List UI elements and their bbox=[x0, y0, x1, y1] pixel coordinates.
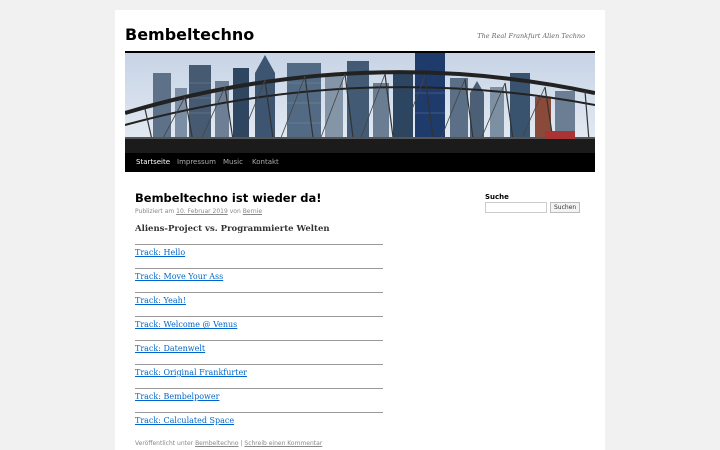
post-subtitle: Aliens-Project vs. Programmierte Welten bbox=[135, 224, 330, 234]
track-link-datenwelt[interactable]: Track: Datenwelt bbox=[135, 344, 205, 353]
page-wrapper: Bembeltechno The Real Frankfurt Alien Te… bbox=[115, 10, 605, 450]
track-link-bembelpower[interactable]: Track: Bembelpower bbox=[135, 392, 219, 401]
category-link[interactable]: Bembeltechno bbox=[195, 440, 238, 447]
track-divider bbox=[135, 340, 383, 341]
track-divider bbox=[135, 268, 383, 269]
nav-item-impressum[interactable]: Impressum bbox=[170, 153, 223, 172]
track-divider bbox=[135, 244, 383, 245]
site-title[interactable]: Bembeltechno bbox=[125, 25, 254, 44]
track-link-original-frankfurter[interactable]: Track: Original Frankfurter bbox=[135, 368, 247, 377]
main-navigation: Startseite Impressum Music Kontakt bbox=[125, 153, 595, 172]
track-link-hello[interactable]: Track: Hello bbox=[135, 248, 185, 257]
track-divider bbox=[135, 316, 383, 317]
post-meta-prefix: Publiziert am bbox=[135, 208, 175, 215]
post-footer-meta: Veröffentlicht unter Bembeltechno | Schr… bbox=[135, 440, 322, 447]
header-banner-image bbox=[125, 53, 595, 153]
search-label: Suche bbox=[485, 193, 509, 201]
search-button[interactable]: Suchen bbox=[550, 202, 581, 213]
track-divider bbox=[135, 412, 383, 413]
post-date-link[interactable]: 10. Februar 2019 bbox=[176, 208, 228, 215]
search-input[interactable] bbox=[485, 202, 547, 213]
track-link-welcome-venus[interactable]: Track: Welcome @ Venus bbox=[135, 320, 237, 329]
site-description: The Real Frankfurt Alien Techno bbox=[477, 32, 585, 40]
track-link-calculated-space[interactable]: Track: Calculated Space bbox=[135, 416, 234, 425]
post-title[interactable]: Bembeltechno ist wieder da! bbox=[135, 191, 322, 205]
track-link-yeah[interactable]: Track: Yeah! bbox=[135, 296, 186, 305]
track-divider bbox=[135, 292, 383, 293]
track-divider bbox=[135, 364, 383, 365]
post-author-link[interactable]: Bernie bbox=[243, 208, 262, 215]
track-link-move-your-ass[interactable]: Track: Move Your Ass bbox=[135, 272, 223, 281]
post-meta-by: von bbox=[229, 208, 241, 215]
nav-item-kontakt[interactable]: Kontakt bbox=[245, 153, 286, 172]
post-meta: Publiziert am 10. Februar 2019 von Berni… bbox=[135, 208, 262, 215]
footer-separator: | bbox=[240, 440, 243, 447]
footer-prefix: Veröffentlicht unter bbox=[135, 440, 194, 447]
comment-link[interactable]: Schreib einen Kommentar bbox=[244, 440, 322, 447]
track-divider bbox=[135, 388, 383, 389]
